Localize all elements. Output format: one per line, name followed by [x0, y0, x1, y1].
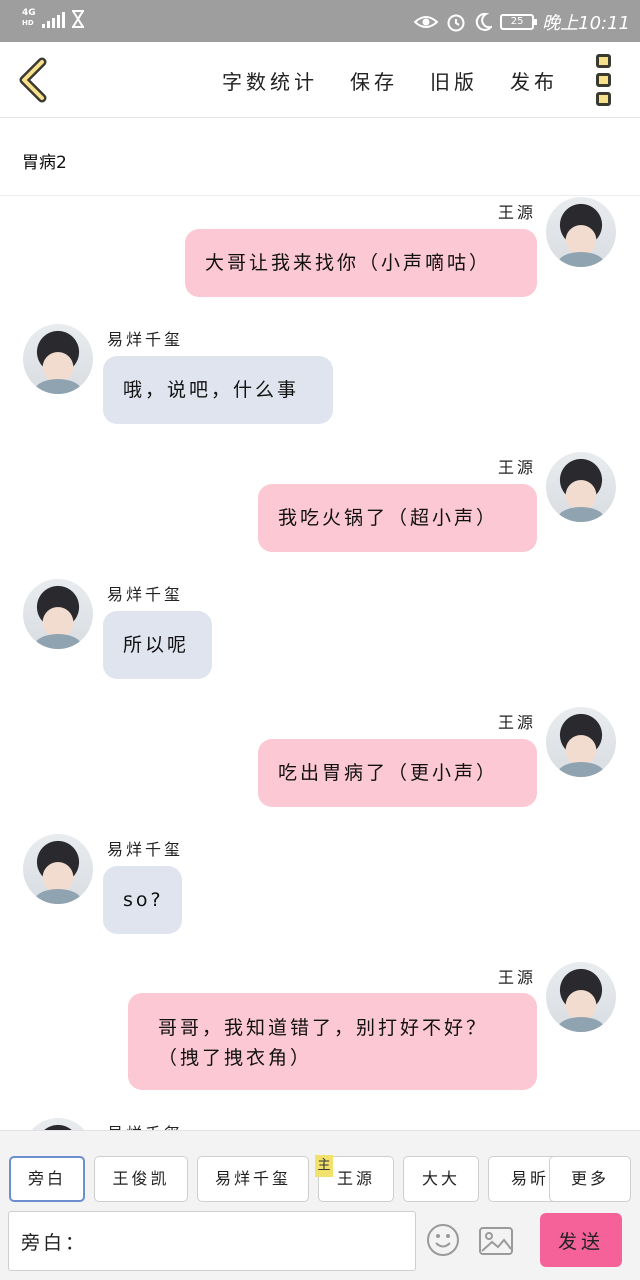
network-type: 4G: [22, 8, 36, 18]
sender-name: 王源: [497, 968, 536, 987]
message-bubble[interactable]: 吃出胃病了（更小声）: [258, 739, 537, 807]
signal-icon: [41, 10, 65, 28]
sender-name: 易烊千玺: [107, 330, 184, 349]
eye-icon: [414, 16, 439, 28]
avatar[interactable]: [546, 197, 616, 267]
chevron-left-icon[interactable]: [14, 56, 54, 104]
role-tab-narration[interactable]: 旁白: [9, 1156, 85, 1202]
role-tab-yi-yangqianxi[interactable]: 易烊千玺: [197, 1156, 309, 1202]
chapter-title[interactable]: 胃病2: [22, 148, 67, 173]
message-bubble[interactable]: 我吃火锅了（超小声）: [258, 484, 537, 552]
image-icon[interactable]: [478, 1225, 514, 1257]
role-tab-wang-junkai[interactable]: 王俊凯: [94, 1156, 188, 1202]
network-sub: HD: [22, 19, 34, 27]
chat-area[interactable]: 王源 大哥让我来找你（小声嘀咕） 易烊千玺 哦，说吧，什么事 王源 我吃火锅了（…: [0, 196, 640, 1130]
status-right: 25 晚上10:11: [414, 9, 630, 35]
sender-name: 易烊千玺: [107, 585, 184, 604]
role-tab-yixin[interactable]: 易昕: [488, 1156, 558, 1202]
avatar[interactable]: [23, 324, 93, 394]
vertical-dots-icon[interactable]: [596, 54, 614, 106]
avatar[interactable]: [23, 579, 93, 649]
word-count-button[interactable]: 字数统计: [222, 66, 318, 95]
sender-name: 易烊千玺: [107, 840, 184, 859]
alarm-icon: [447, 14, 465, 32]
message-bubble[interactable]: so?: [103, 866, 182, 934]
chapter-header: 胃病2: [0, 118, 640, 196]
message-bubble[interactable]: 所以呢: [103, 611, 212, 679]
role-selector: 旁白 王俊凯 易烊千玺 王源 主 大大 易昕 更多: [0, 1155, 640, 1202]
battery-icon: 25: [500, 14, 538, 30]
composer-panel: 旁白 王俊凯 易烊千玺 王源 主 大大 易昕 更多 发送: [0, 1130, 640, 1280]
main-character-badge: 主: [315, 1155, 333, 1177]
clock: 晚上10:11: [542, 13, 630, 34]
status-left: 4G HD: [22, 8, 85, 28]
sender-name: 王源: [497, 458, 536, 477]
role-tab-dada[interactable]: 大大: [403, 1156, 479, 1202]
message-bubble[interactable]: 哦，说吧，什么事: [103, 356, 333, 424]
toolbar-actions: 字数统计 保存 旧版 发布: [222, 66, 558, 95]
hourglass-icon: [71, 10, 84, 28]
more-roles-button[interactable]: 更多: [549, 1156, 631, 1202]
avatar[interactable]: [546, 452, 616, 522]
save-button[interactable]: 保存: [350, 66, 398, 95]
moon-icon: [475, 12, 493, 31]
avatar[interactable]: [23, 1118, 93, 1130]
network-indicator: 4G HD: [22, 8, 36, 28]
sender-name: 王源: [497, 713, 536, 732]
message-input[interactable]: [8, 1211, 416, 1271]
avatar[interactable]: [546, 707, 616, 777]
message-bubble[interactable]: 大哥让我来找你（小声嘀咕）: [185, 229, 537, 297]
status-bar: 4G HD 25 晚上10:11: [0, 0, 640, 42]
input-row: 发送: [0, 1211, 640, 1273]
sender-name: 王源: [497, 203, 536, 222]
sender-name: 易烊千玺: [107, 1120, 183, 1130]
toolbar: 字数统计 保存 旧版 发布: [0, 42, 640, 118]
publish-button[interactable]: 发布: [510, 66, 558, 95]
battery-level: 25: [510, 16, 524, 27]
message-bubble[interactable]: 哥哥，我知道错了，别打好不好？（拽了拽衣角）: [128, 993, 537, 1090]
send-button[interactable]: 发送: [540, 1213, 622, 1267]
avatar[interactable]: [23, 834, 93, 904]
avatar[interactable]: [546, 962, 616, 1032]
old-version-button[interactable]: 旧版: [430, 66, 478, 95]
smiley-icon[interactable]: [426, 1223, 460, 1257]
